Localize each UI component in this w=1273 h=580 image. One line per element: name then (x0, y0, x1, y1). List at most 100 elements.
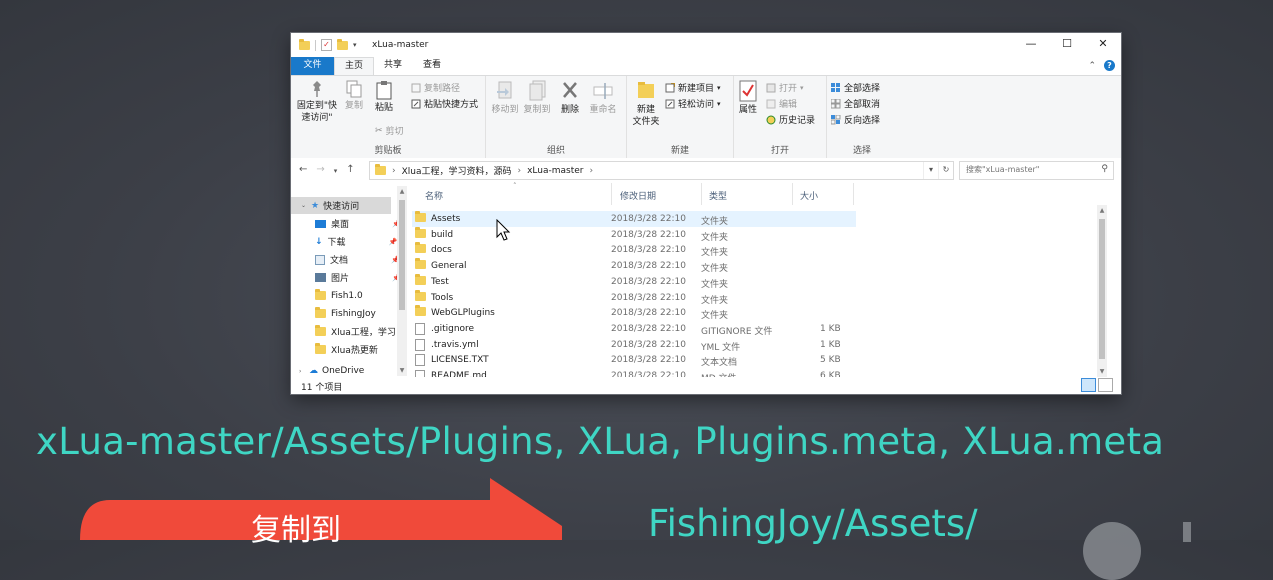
close-button[interactable]: ✕ (1085, 33, 1121, 57)
back-icon[interactable]: ← (299, 164, 307, 178)
maximize-button[interactable]: ☐ (1049, 33, 1085, 57)
select-all-button[interactable]: 全部选择 (831, 81, 880, 94)
scroll-down-icon[interactable]: ▼ (1097, 368, 1107, 375)
new-folder-icon[interactable] (337, 38, 348, 50)
new-item-button[interactable]: 新建项目 ▾ (665, 81, 721, 94)
table-row[interactable]: .gitignore 2018/3/28 22:10 GITIGNORE 文件 1 K… (412, 321, 856, 337)
select-none-button[interactable]: 全部取消 (831, 97, 880, 110)
nav-item-downloads[interactable]: ↓ 下载 📌 (315, 233, 398, 250)
file-list-scrollbar[interactable]: ▲ ▼ (1097, 205, 1107, 377)
scroll-up-icon[interactable]: ▲ (397, 188, 407, 195)
tab-view[interactable]: 查看 (415, 57, 449, 75)
refresh-icon[interactable]: ↻ (938, 162, 953, 179)
details-view-icon[interactable] (1081, 378, 1096, 392)
ribbon-tabs: 文件 主页 共享 查看 ⌃ ? (291, 57, 1121, 76)
table-row[interactable]: .travis.yml 2018/3/28 22:10 YML 文件 1 KB (412, 337, 856, 353)
table-row[interactable]: docs 2018/3/28 22:10 文件夹 (412, 242, 856, 258)
file-type: 文件夹 (701, 232, 729, 243)
paste-shortcut-button[interactable]: 粘贴快捷方式 (411, 97, 478, 110)
column-header-type[interactable]: 类型 (709, 189, 727, 202)
collapse-ribbon-icon[interactable]: ⌃ (1088, 61, 1096, 71)
destination-path: FishingJoy/Assets/ (648, 502, 978, 545)
nav-item-documents[interactable]: 文档 📌 (315, 251, 400, 268)
tab-file[interactable]: 文件 (291, 57, 334, 75)
dropdown-arrow-icon: ▾ (717, 99, 721, 108)
edit-button[interactable]: 编辑 (766, 97, 797, 110)
open-button[interactable]: 打开 ▾ (766, 81, 804, 94)
nav-item-folder[interactable]: Xlua工程，学习 (315, 323, 396, 340)
forward-icon[interactable]: → (316, 164, 324, 178)
download-icon: ↓ (315, 236, 323, 247)
new-item-icon (665, 82, 675, 92)
customize-toolbar-icon[interactable]: ▾ (353, 41, 357, 49)
delete-button[interactable]: 删除 (558, 80, 582, 116)
folder-icon (415, 258, 426, 270)
pin-quick-access-button[interactable]: 固定到"快 速访问" (295, 80, 339, 124)
table-row[interactable]: Assets 2018/3/28 22:10 文件夹 (412, 211, 856, 227)
cloud-icon: ☁ (309, 366, 318, 376)
tab-home[interactable]: 主页 (334, 57, 374, 76)
table-row[interactable]: WebGLPlugins 2018/3/28 22:10 文件夹 (412, 305, 856, 321)
large-icons-view-icon[interactable] (1098, 378, 1113, 392)
table-row[interactable]: Test 2018/3/28 22:10 文件夹 (412, 273, 856, 290)
path-box[interactable]: › Xlua工程，学习资料，源码 › xLua-master › ▾ ↻ (369, 161, 954, 180)
move-to-button[interactable]: 移动到 (490, 80, 520, 116)
scroll-down-icon[interactable]: ▼ (397, 367, 407, 374)
address-dropdown-icon[interactable]: ▾ (923, 162, 938, 179)
nav-item-folder[interactable]: Xlua热更新 (315, 341, 378, 358)
breadcrumb-item[interactable]: Xlua工程，学习资料，源码 (402, 164, 512, 177)
ribbon: 固定到"快 速访问" 复制 粘贴 复制路径 粘贴快捷方式 ✂ 剪切 剪贴板 移动… (291, 75, 1121, 159)
nav-item-pictures[interactable]: 图片 📌 (315, 269, 401, 286)
search-icon[interactable]: ⚲ (1101, 164, 1108, 174)
nav-item-onedrive[interactable]: › ☁ OneDrive (299, 365, 364, 377)
recent-locations-icon[interactable]: ▾ (334, 164, 338, 178)
chevron-right-icon[interactable]: › (299, 368, 309, 375)
file-type: 文件夹 (701, 264, 729, 275)
copy-button[interactable]: 复制 (343, 80, 365, 112)
table-row[interactable]: LICENSE.TXT 2018/3/28 22:10 文本文档 5 KB (412, 352, 856, 368)
new-group: 新建 文件夹 新建项目 ▾ 轻松访问 ▾ 新建 (627, 76, 734, 158)
select-all-icon (831, 82, 840, 92)
copy-path-button[interactable]: 复制路径 (411, 81, 460, 94)
breadcrumb-item[interactable]: xLua-master (527, 166, 583, 176)
history-button[interactable]: 历史记录 (766, 113, 815, 126)
column-header-size[interactable]: 大小 (800, 189, 818, 202)
nav-item-folder[interactable]: Fish1.0 (315, 287, 363, 304)
paste-button[interactable]: 粘贴 (373, 80, 395, 114)
file-date: 2018/3/28 22:10 (611, 339, 686, 350)
divider (315, 39, 316, 51)
nav-item-folder[interactable]: FishingJoy (315, 305, 376, 322)
column-header-modified[interactable]: 修改日期 (620, 189, 656, 202)
mouse-cursor-icon (496, 219, 511, 241)
table-row[interactable]: Tools 2018/3/28 22:10 文件夹 (412, 289, 856, 306)
tab-share[interactable]: 共享 (376, 57, 410, 75)
file-name: Test (431, 276, 449, 287)
copy-path-icon (411, 83, 421, 92)
table-row[interactable]: build 2018/3/28 22:10 文件夹 (412, 226, 856, 243)
column-header-name[interactable]: 名称 (425, 189, 443, 202)
properties-icon[interactable]: ✓ (321, 39, 332, 51)
invert-selection-button[interactable]: 反向选择 (831, 113, 880, 126)
document-icon (315, 254, 325, 265)
up-icon[interactable]: ↑ (346, 164, 354, 178)
scrollbar-thumb[interactable] (399, 200, 405, 310)
copy-to-button[interactable]: 复制到 (522, 80, 552, 116)
new-folder-button[interactable]: 新建 文件夹 (631, 80, 661, 128)
file-type: YML 文件 (701, 342, 741, 353)
nav-item-desktop[interactable]: 桌面 📌 (315, 215, 401, 232)
scroll-up-icon[interactable]: ▲ (1097, 207, 1107, 214)
nav-item-quick-access[interactable]: ⌄ ★ 快速访问 (291, 197, 391, 214)
chevron-down-icon[interactable]: ⌄ (301, 202, 311, 209)
table-row[interactable]: General 2018/3/28 22:10 文件夹 (412, 258, 856, 274)
file-date: 2018/3/28 22:10 (611, 261, 686, 272)
minimize-button[interactable]: — (1013, 33, 1049, 57)
scrollbar-thumb[interactable] (1099, 219, 1105, 359)
help-icon[interactable]: ? (1104, 60, 1115, 71)
history-icon (766, 115, 776, 124)
properties-button[interactable]: 属性 (736, 80, 760, 116)
cut-button[interactable]: ✂ 剪切 (375, 124, 404, 138)
rename-button[interactable]: 重命名 (586, 80, 620, 116)
easy-access-button[interactable]: 轻松访问 ▾ (665, 97, 721, 110)
nav-pane-scrollbar[interactable]: ▲ ▼ (397, 186, 407, 376)
search-input[interactable] (966, 162, 1094, 177)
